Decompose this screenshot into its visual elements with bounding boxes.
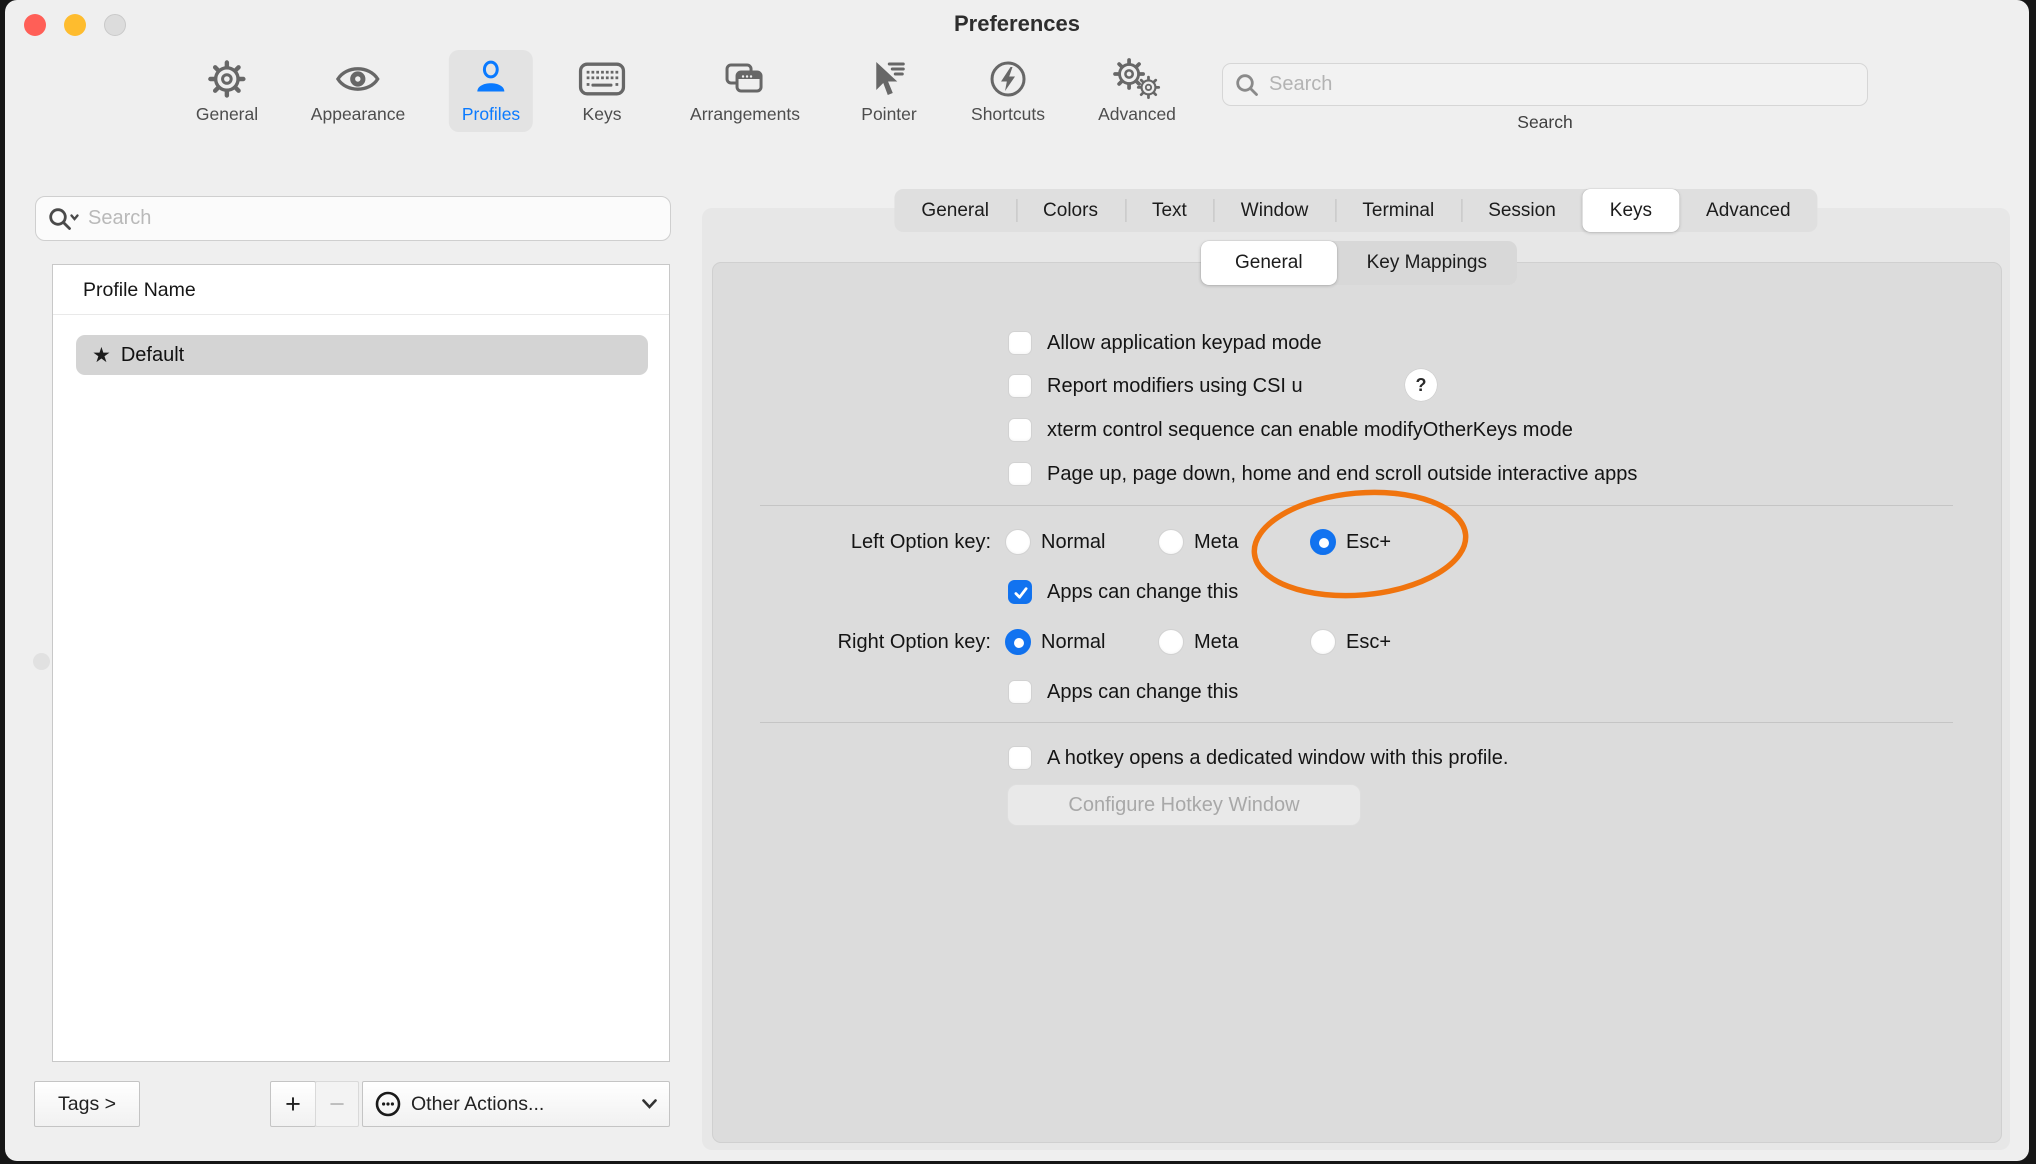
toolbar-label: Appearance	[311, 104, 405, 125]
radio-label: Meta	[1194, 629, 1238, 655]
toolbar-label: Advanced	[1098, 104, 1176, 125]
radio-left-meta[interactable]	[1158, 529, 1184, 555]
toolbar-label: General	[196, 104, 258, 125]
radio-right-esc[interactable]	[1310, 629, 1336, 655]
windows-icon	[724, 55, 766, 103]
list-header-divider	[53, 314, 669, 315]
radio-label: Esc+	[1346, 629, 1391, 655]
screenshot-stage: Preferences General Appearance	[0, 0, 2036, 1164]
tab-advanced[interactable]: Advanced	[1679, 189, 1818, 232]
gear-icon	[207, 55, 247, 103]
toolbar-label: Profiles	[462, 104, 520, 125]
radio-left-normal[interactable]	[1005, 529, 1031, 555]
checkbox-allow-keypad[interactable]	[1008, 331, 1032, 355]
eye-icon	[335, 55, 381, 103]
profile-list-header: Profile Name	[83, 279, 196, 302]
left-option-key-label: Left Option key:	[645, 529, 991, 555]
tab-text[interactable]: Text	[1125, 189, 1214, 232]
checkbox-label: xterm control sequence can enable modify…	[1047, 417, 1573, 443]
toolbar-item-general[interactable]: General	[183, 50, 271, 132]
radio-label: Normal	[1041, 529, 1105, 555]
checkbox-right-apps-can-change[interactable]	[1008, 680, 1032, 704]
help-button[interactable]: ?	[1405, 369, 1437, 401]
checkbox-label: Allow application keypad mode	[1047, 330, 1322, 356]
radio-left-esc[interactable]	[1310, 529, 1336, 555]
tab-general[interactable]: General	[894, 189, 1016, 232]
ellipsis-circle-icon	[375, 1091, 401, 1117]
configure-hotkey-window-button[interactable]: Configure Hotkey Window	[1007, 784, 1361, 826]
tab-session[interactable]: Session	[1461, 189, 1583, 232]
checkbox-page-scroll-outside[interactable]	[1008, 462, 1032, 486]
checkbox-label: Apps can change this	[1047, 579, 1238, 605]
add-profile-button[interactable]: +	[270, 1081, 316, 1127]
tags-button[interactable]: Tags >	[34, 1081, 140, 1127]
profile-search-input[interactable]	[88, 207, 658, 230]
check-icon	[1012, 584, 1030, 602]
toolbar-item-shortcuts[interactable]: Shortcuts	[958, 50, 1058, 132]
radio-label: Normal	[1041, 629, 1105, 655]
radio-label: Meta	[1194, 529, 1238, 555]
checkbox-label: A hotkey opens a dedicated window with t…	[1047, 745, 1508, 771]
radio-right-normal[interactable]	[1005, 629, 1031, 655]
splitter-handle[interactable]	[33, 653, 50, 670]
other-actions-dropdown[interactable]: Other Actions...	[362, 1081, 670, 1127]
section-divider	[760, 505, 1953, 506]
radio-label: Esc+	[1346, 529, 1391, 555]
toolbar-item-keys[interactable]: Keys	[566, 50, 639, 132]
search-with-chevron-icon	[48, 207, 80, 231]
chevron-down-icon	[642, 1099, 657, 1109]
toolbar-item-pointer[interactable]: Pointer	[848, 50, 929, 132]
lightning-icon	[988, 55, 1028, 103]
gears-icon	[1112, 55, 1162, 103]
keys-subtab-bar: General Key Mappings	[1201, 241, 1517, 285]
search-icon	[1235, 73, 1259, 97]
cursor-icon	[869, 55, 909, 103]
tab-keys[interactable]: Keys	[1583, 189, 1679, 232]
radio-right-meta[interactable]	[1158, 629, 1184, 655]
toolbar-search-input[interactable]	[1269, 73, 1855, 96]
profile-search-field[interactable]	[35, 196, 671, 241]
toolbar-label: Keys	[583, 104, 622, 125]
toolbar-item-appearance[interactable]: Appearance	[298, 50, 418, 132]
profile-list-panel: Profile Name ★ Default	[52, 264, 670, 1062]
section-divider	[760, 722, 1953, 723]
checkbox-hotkey-window[interactable]	[1008, 746, 1032, 770]
toolbar-item-profiles[interactable]: Profiles	[449, 50, 533, 132]
tab-window[interactable]: Window	[1214, 189, 1336, 232]
toolbar-label: Arrangements	[690, 104, 800, 125]
preferences-window: Preferences General Appearance	[5, 0, 2029, 1161]
keyboard-icon	[579, 55, 626, 103]
toolbar-item-advanced[interactable]: Advanced	[1085, 50, 1189, 132]
toolbar-label: Shortcuts	[971, 104, 1045, 125]
other-actions-label: Other Actions...	[411, 1093, 642, 1116]
toolbar-item-arrangements[interactable]: Arrangements	[677, 50, 813, 132]
toolbar-search-field[interactable]	[1222, 63, 1868, 106]
checkbox-label: Report modifiers using CSI u	[1047, 373, 1303, 399]
checkbox-report-csi-u[interactable]	[1008, 374, 1032, 398]
checkbox-left-apps-can-change[interactable]	[1008, 580, 1032, 604]
remove-profile-button[interactable]: −	[315, 1081, 359, 1127]
window-title: Preferences	[5, 11, 2029, 37]
profile-name: Default	[121, 344, 184, 367]
profile-row-default[interactable]: ★ Default	[76, 335, 648, 375]
subtab-general[interactable]: General	[1201, 241, 1337, 285]
checkbox-label: Apps can change this	[1047, 679, 1238, 705]
person-icon	[471, 55, 511, 103]
toolbar-search-caption: Search	[1222, 112, 1868, 133]
keys-general-pane	[712, 262, 2002, 1143]
profile-tab-bar: General Colors Text Window Terminal Sess…	[894, 189, 1817, 232]
tab-terminal[interactable]: Terminal	[1335, 189, 1461, 232]
toolbar-label: Pointer	[861, 104, 916, 125]
right-option-key-label: Right Option key:	[645, 629, 991, 655]
tab-colors[interactable]: Colors	[1016, 189, 1125, 232]
checkbox-label: Page up, page down, home and end scroll …	[1047, 461, 1637, 487]
subtab-key-mappings[interactable]: Key Mappings	[1337, 241, 1517, 285]
star-icon: ★	[92, 343, 111, 368]
checkbox-xterm-modifyotherkeys[interactable]	[1008, 418, 1032, 442]
